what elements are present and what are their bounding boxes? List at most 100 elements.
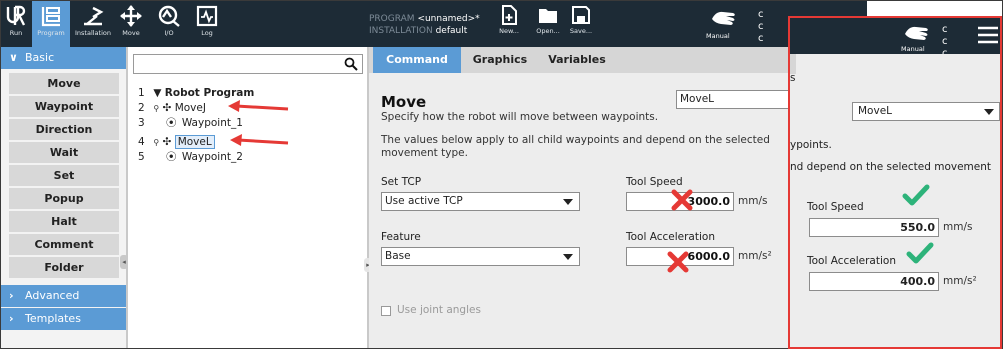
feature-label: Feature	[381, 231, 421, 243]
new-button[interactable]: New...	[495, 1, 523, 47]
move-node-icon: ✣	[162, 102, 172, 114]
collapse-node-icon[interactable]: ⚲	[153, 138, 159, 147]
nav-item-folder[interactable]: Folder	[9, 257, 119, 279]
command-tabs: Command Graphics Variables	[369, 47, 789, 73]
inset-tool-speed-field[interactable]: 550.0	[809, 218, 939, 237]
log-button[interactable]: Log	[191, 1, 223, 47]
set-tcp-select[interactable]: Use active TCP	[381, 192, 580, 211]
nav-item-halt[interactable]: Halt	[9, 211, 119, 233]
joint-angles-checkbox[interactable]	[381, 306, 391, 316]
manual-mode-icon[interactable]	[711, 9, 737, 32]
installation-button[interactable]: Installation	[73, 1, 113, 47]
inset-move-type-select[interactable]: MoveL	[852, 102, 1000, 121]
nav-item-popup[interactable]: Popup	[9, 188, 119, 210]
inset-tool-acceleration-field[interactable]: 400.0	[809, 272, 939, 291]
save-button[interactable]: Save...	[565, 1, 597, 47]
move-label: Move	[122, 29, 140, 37]
inset-tool-acceleration-unit: mm/s²	[943, 275, 977, 287]
io-icon	[158, 5, 180, 27]
advanced-label: Advanced	[25, 289, 80, 302]
program-button[interactable]: Program	[32, 1, 70, 47]
program-key: PROGRAM	[369, 14, 415, 24]
expand-triangle-icon[interactable]: ▼	[153, 87, 161, 99]
tool-acceleration-unit: mm/s²	[738, 250, 772, 262]
collapse-nav-handle[interactable]: ◂	[120, 255, 128, 269]
program-icon	[41, 7, 60, 27]
io-button[interactable]: I/O	[153, 1, 185, 47]
move-type-value: MoveL	[680, 93, 715, 105]
tree-node-label: Waypoint_2	[181, 151, 243, 163]
nav-item-wait[interactable]: Wait	[9, 142, 119, 164]
nav-item-waypoint[interactable]: Waypoint	[9, 96, 119, 118]
waypoint-icon: ⦿	[166, 117, 177, 129]
inset-tool-speed-label: Tool Speed	[807, 201, 864, 213]
tool-speed-unit: mm/s	[738, 195, 768, 207]
nav-item-comment[interactable]: Comment	[9, 234, 119, 256]
installation-label: Installation	[74, 29, 111, 37]
inset-tool-acceleration-label: Tool Acceleration	[807, 255, 896, 267]
red-x-icon	[671, 189, 693, 211]
installation-icon	[84, 6, 104, 26]
manual-label: Manual	[706, 32, 730, 40]
chevron-right-icon: ›	[9, 312, 14, 325]
zoom-inset-panel: Manual c cc c s MoveL ypoints. nd depend…	[788, 16, 1002, 349]
installation-key: INSTALLATION	[369, 26, 433, 36]
chevron-down-icon	[563, 254, 573, 260]
tree-row[interactable]: ⦿ Waypoint_2	[166, 151, 243, 163]
tree-row-selected[interactable]: 4 ⚲ ✣ MoveL	[138, 135, 215, 149]
search-icon[interactable]	[344, 57, 358, 71]
nav-category-basic[interactable]: ∨ Basic	[1, 47, 127, 69]
hamburger-menu-icon[interactable]	[978, 25, 998, 45]
open-button[interactable]: Open...	[532, 1, 564, 47]
move-type-select[interactable]: MoveL	[676, 90, 796, 109]
nav-category-templates[interactable]: › Templates	[1, 308, 127, 330]
set-tcp-label: Set TCP	[381, 176, 422, 188]
waypoint-icon: ⦿	[166, 151, 177, 163]
green-check-icon	[906, 242, 934, 264]
nav-item-direction[interactable]: Direction	[9, 119, 119, 141]
move-tab-button[interactable]: Move	[115, 1, 147, 47]
feature-value: Base	[385, 250, 411, 262]
tree-line-number: 5	[138, 151, 145, 163]
inset-body: s MoveL ypoints. nd depend on the select…	[790, 54, 1000, 347]
ur-logo-icon	[6, 5, 26, 26]
tab-graphics[interactable]: Graphics	[465, 47, 535, 73]
chevron-right-icon: ›	[9, 289, 14, 302]
manual-mode-icon[interactable]	[904, 24, 930, 44]
inset-cropped-text: s	[790, 72, 796, 84]
inset-toolbar: Manual c cc c	[790, 18, 1000, 71]
inset-move-type-value: MoveL	[858, 105, 893, 117]
program-label: Program	[37, 29, 65, 37]
tab-variables[interactable]: Variables	[537, 47, 617, 73]
tree-line-number: 3	[138, 117, 145, 129]
tab-command[interactable]: Command	[373, 47, 461, 73]
nav-category-advanced[interactable]: › Advanced	[1, 285, 127, 307]
log-icon	[196, 5, 218, 27]
tree-line-number: 2	[138, 102, 145, 114]
folder-icon	[539, 9, 557, 23]
move-description: The values below apply to all child wayp…	[381, 134, 770, 159]
tree-node-label: MoveL	[174, 135, 215, 149]
program-tree-panel: 1 ▼ Robot Program 2 ⚲ ✣ MoveJ ⦿ Waypoint…	[128, 47, 368, 348]
feature-select[interactable]: Base	[381, 247, 580, 266]
tree-row[interactable]: 2 ⚲ ✣ MoveJ	[138, 102, 206, 114]
chevron-down-icon	[984, 109, 994, 115]
program-nav: ∨ Basic Move Waypoint Direction Wait Set …	[1, 47, 127, 348]
run-label: Run	[9, 29, 23, 37]
nav-item-move[interactable]: Move	[9, 73, 119, 95]
save-label: Save...	[569, 27, 593, 35]
inset-cropped-text: ypoints.	[790, 139, 832, 151]
collapse-node-icon[interactable]: ⚲	[153, 104, 159, 113]
save-icon	[572, 6, 590, 24]
open-label: Open...	[536, 27, 560, 35]
tool-acceleration-label: Tool Acceleration	[626, 231, 715, 243]
program-info: PROGRAM <unnamed>* INSTALLATION default	[369, 13, 480, 37]
io-label: I/O	[164, 29, 174, 37]
basic-label: Basic	[25, 51, 55, 64]
joint-angles-label: Use joint angles	[397, 304, 481, 316]
nav-item-set[interactable]: Set	[9, 165, 119, 187]
templates-label: Templates	[25, 312, 81, 325]
tree-search-field[interactable]	[133, 54, 363, 74]
inset-tab-strip	[790, 54, 796, 74]
green-check-icon	[902, 184, 930, 206]
